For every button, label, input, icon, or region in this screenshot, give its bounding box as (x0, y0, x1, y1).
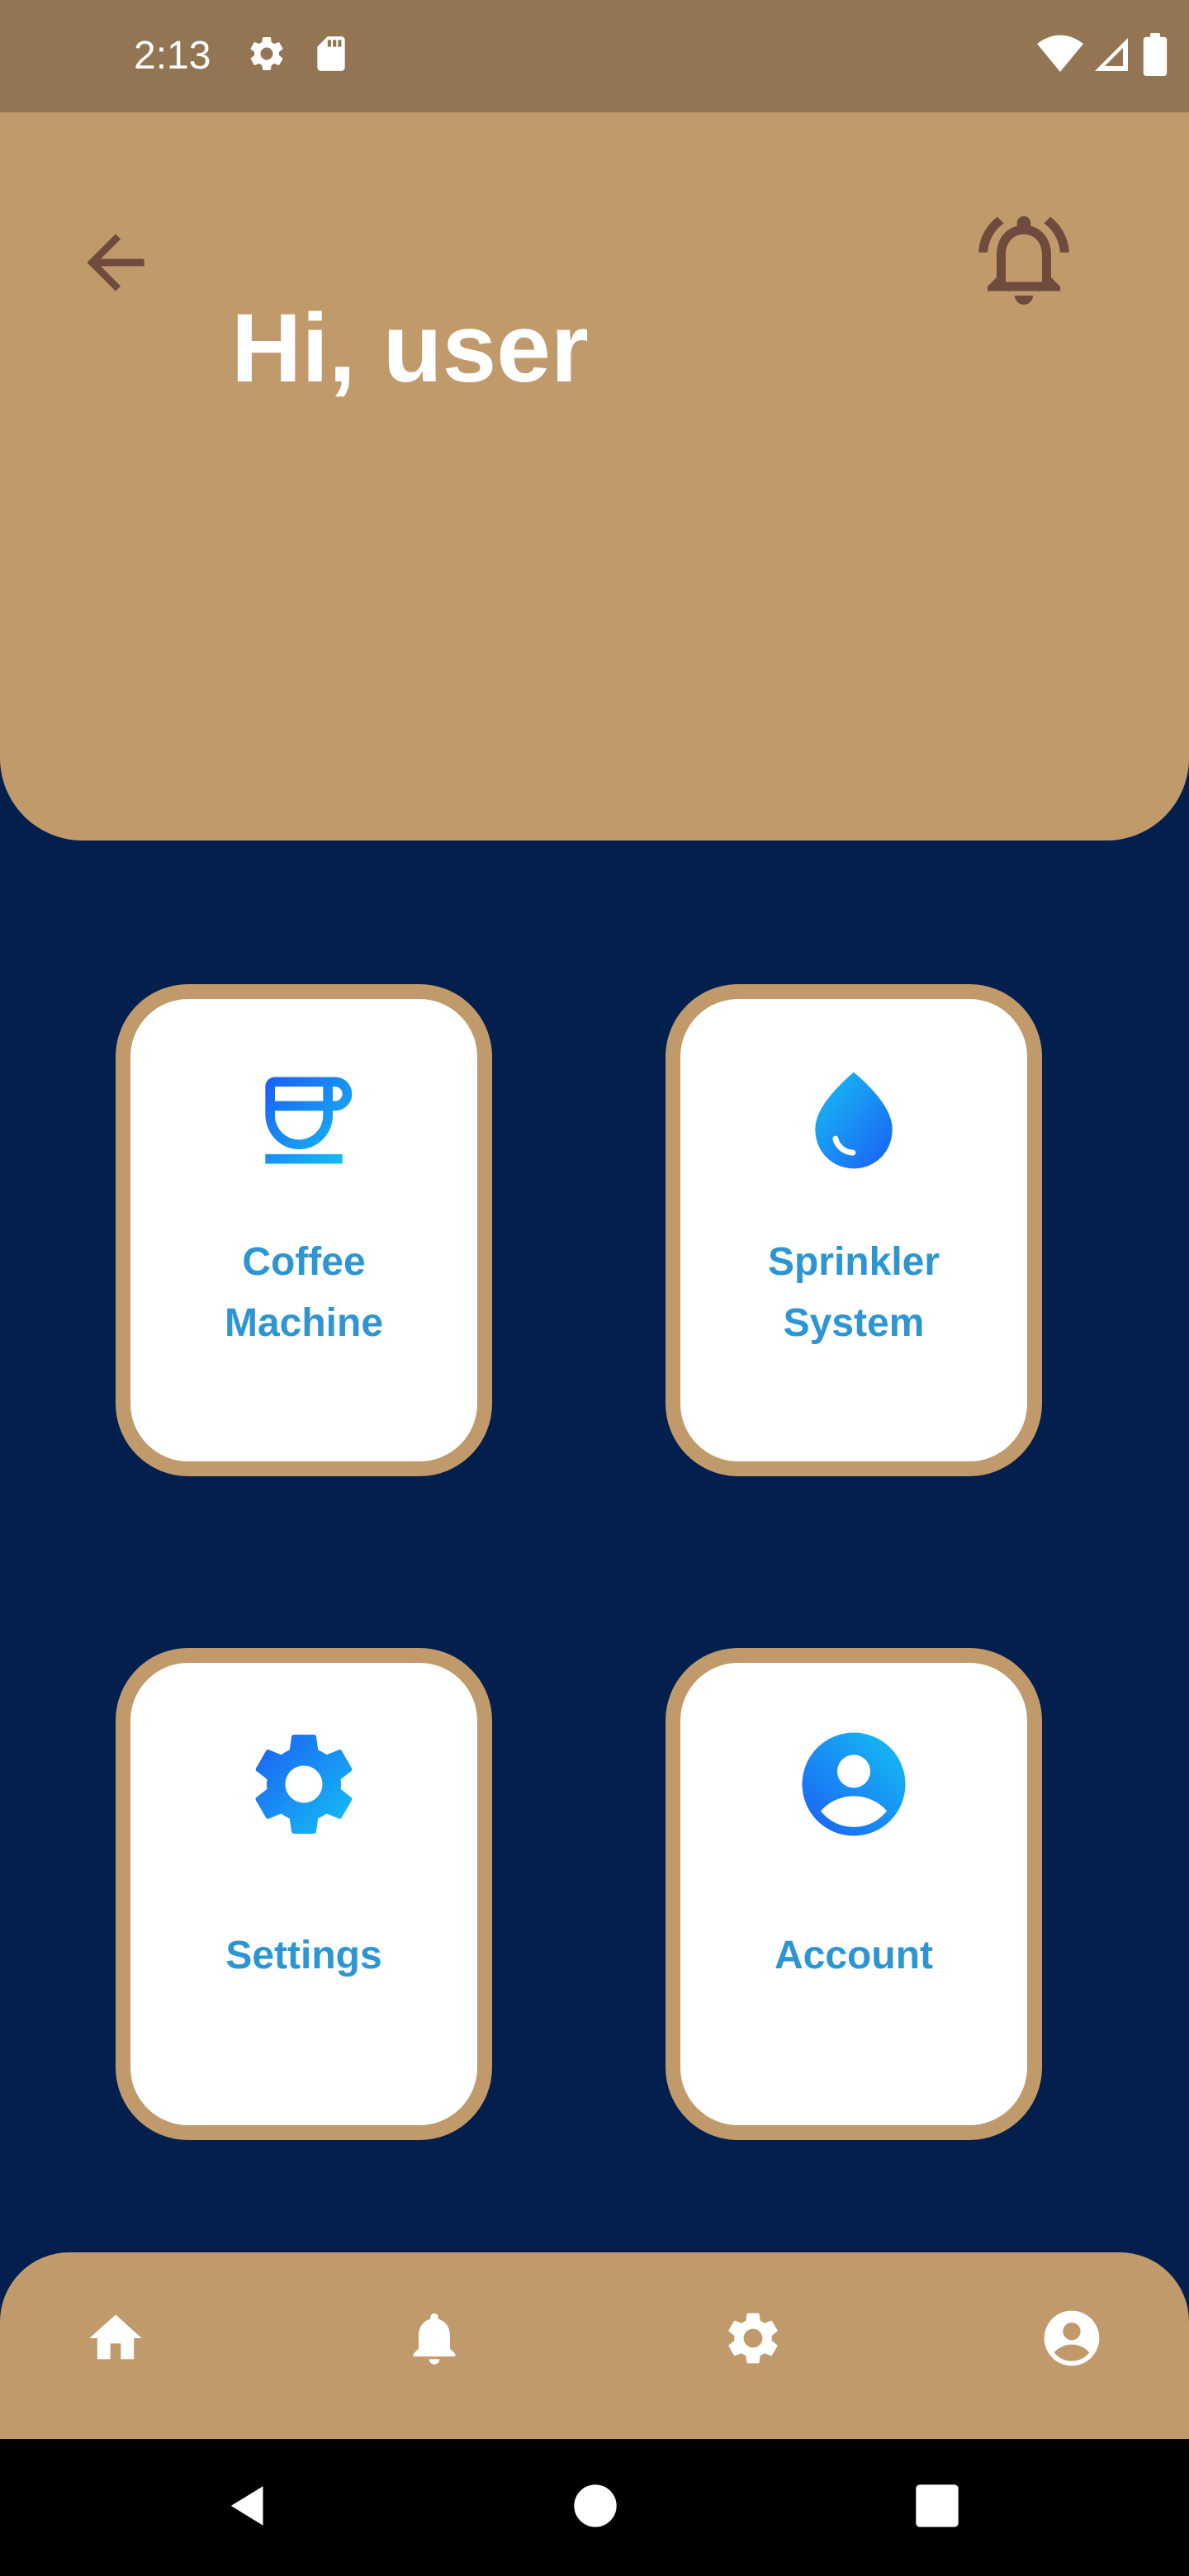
nav-home[interactable] (74, 2299, 157, 2381)
system-home-button[interactable] (550, 2462, 641, 2553)
app-screen: 2:13 Hi, user Coffee Machine Sprinkler S… (0, 0, 1189, 2576)
coffee-cup-icon (242, 1058, 366, 1182)
bell-icon (403, 2307, 466, 2374)
water-drop-icon (792, 1058, 916, 1182)
coffee-machine-label: Coffee Machine (224, 1240, 384, 1345)
bottom-navigation (0, 2252, 1189, 2439)
back-triangle-icon (224, 2481, 273, 2535)
coffee-machine-card[interactable]: Coffee Machine (116, 984, 492, 1476)
recents-square-icon (914, 2483, 960, 2533)
nav-settings[interactable] (712, 2299, 794, 2381)
settings-label: Settings (225, 1934, 382, 1977)
status-time: 2:13 (134, 34, 211, 78)
signal-icon (1092, 35, 1131, 78)
bell-ring-icon (969, 205, 1078, 318)
header: Hi, user (0, 112, 1189, 841)
nav-notifications[interactable] (393, 2299, 476, 2381)
nav-account[interactable] (1030, 2299, 1113, 2381)
sprinkler-system-label: Sprinkler System (767, 1240, 940, 1345)
battery-icon (1143, 33, 1168, 80)
greeting-title: Hi, user (231, 294, 589, 403)
sprinkler-system-card[interactable]: Sprinkler System (666, 984, 1042, 1476)
gear-icon (722, 2307, 784, 2374)
wifi-icon (1037, 35, 1083, 78)
home-icon (84, 2307, 147, 2374)
home-circle-icon (572, 2483, 618, 2533)
system-navigation-bar (0, 2439, 1189, 2576)
account-circle-icon (1039, 2305, 1105, 2375)
arrow-left-icon (73, 220, 159, 310)
alarm-button[interactable] (966, 203, 1082, 319)
status-bar: 2:13 (0, 0, 1189, 112)
account-card[interactable]: Account (666, 1648, 1042, 2140)
system-recents-button[interactable] (892, 2462, 983, 2553)
system-back-button[interactable] (203, 2462, 294, 2553)
gear-icon (242, 1722, 366, 1846)
settings-card[interactable]: Settings (116, 1648, 492, 2140)
account-circle-icon (792, 1722, 916, 1846)
back-button[interactable] (66, 215, 165, 314)
sd-card-icon (310, 33, 352, 78)
gear-icon (246, 33, 287, 78)
account-label: Account (775, 1934, 933, 1977)
